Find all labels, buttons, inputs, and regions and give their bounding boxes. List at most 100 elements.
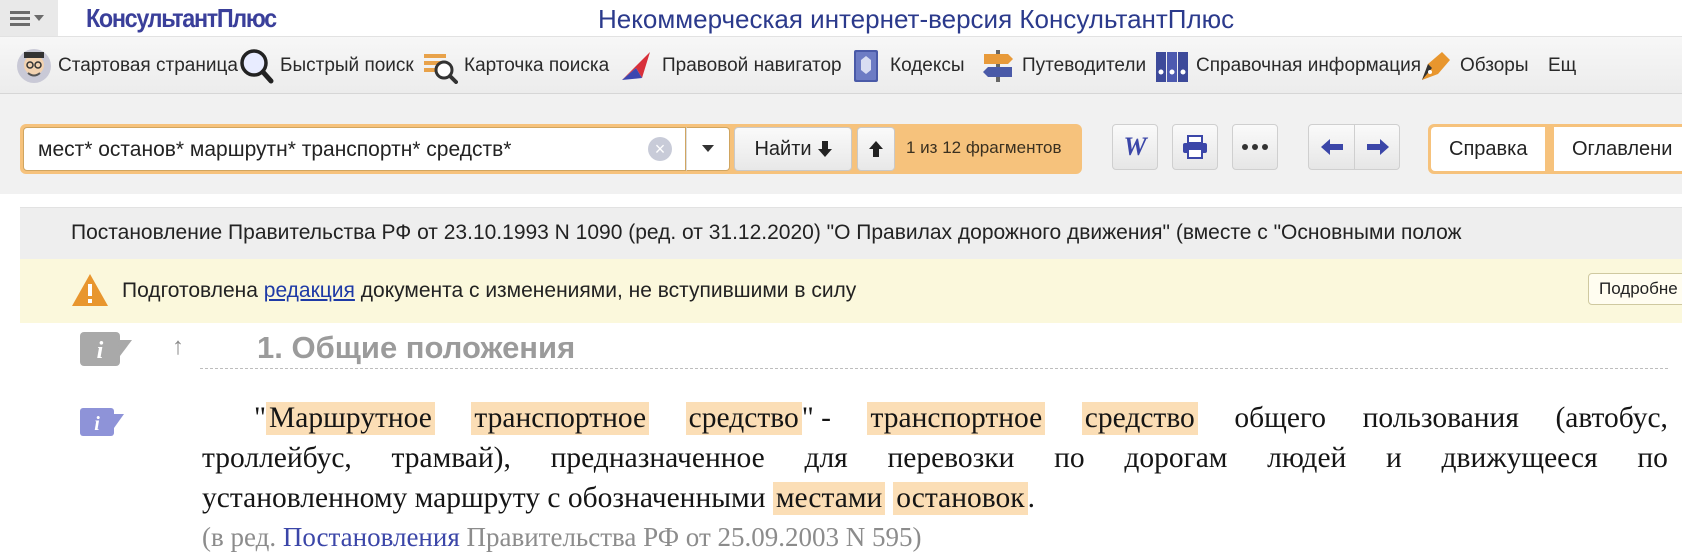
nav-reviews[interactable]: Обзоры [1418,45,1529,87]
text-word: троллейбус, [202,442,352,474]
consultant-logo[interactable]: КонсультантПлюс [86,3,277,34]
document-title: Постановление Правительства РФ от 23.10.… [71,221,1462,244]
arrow-right-icon [1367,139,1389,155]
nav-start-page[interactable]: Стартовая страница [16,45,238,87]
clear-icon[interactable]: × [648,137,672,161]
text-word: общего [1234,402,1327,434]
up-arrow-icon[interactable]: ↑ [172,333,184,361]
search-highlight: местами [772,482,886,515]
nav-label: Кодексы [890,55,965,76]
text-word: дорогам [1124,442,1228,474]
app-title: Некоммерческая интернет-версия Консульта… [598,4,1235,34]
section-heading: 1. Общие положения [257,330,576,365]
title-bar: КонсультантПлюс Некоммерческая интернет-… [0,0,1682,36]
edition-link[interactable]: редакция [264,279,355,302]
fragment-counter: 1 из 12 фрагментов [906,138,1062,157]
arrow-left-icon [1321,139,1343,155]
search-highlight: остановок [893,482,1028,515]
signpost-icon [983,50,1013,82]
text-word: людей [1267,442,1347,474]
binders-icon [1156,52,1188,82]
search-input[interactable]: мест* останов* маршрутн* транспортн* сре… [23,127,686,171]
arrow-up-icon [869,141,883,157]
revision-note: (в ред. Постановления Правительства РФ о… [202,522,921,553]
paragraph-line-3: установленному маршруту с обозначенными … [202,482,1668,515]
text-word: движущееся [1441,442,1598,474]
text-word: перевозки [887,442,1015,474]
magnifier-icon [240,49,274,84]
separator [200,368,1668,369]
more-actions-button[interactable] [1232,124,1278,170]
search-highlight: средство [1081,402,1198,435]
text-word: (автобус, [1555,402,1668,434]
details-button[interactable]: Подробне [1588,273,1682,305]
nav-reference-info[interactable]: Справочная информация [1154,45,1421,87]
text-word: предназначенное [550,442,765,474]
navigator-icon [622,52,650,80]
tab-contents[interactable]: Оглавлени [1554,127,1682,171]
nav-label: Стартовая страница [58,55,238,76]
resolution-link[interactable]: Постановления [283,522,460,552]
nav-search-card[interactable]: Карточка поиска [422,45,609,87]
hamburger-icon [10,11,30,26]
text-fragment: установленному маршруту с обозначенными [202,482,773,514]
search-panel: мест* останов* маршрутн* транспортн* сре… [20,124,1082,174]
nav-label: Путеводители [1022,55,1147,76]
nav-label: Обзоры [1460,55,1529,76]
warning-icon [72,274,108,306]
text-word: и [1386,442,1402,474]
paragraph-line-1: " Маршрутное транспортное средство " - тра… [202,402,1668,435]
search-card-icon [424,54,458,84]
chevron-down-icon [34,15,44,21]
search-highlight: средство [685,402,802,435]
text-word: пользования [1362,402,1519,434]
previous-fragment-button[interactable] [857,127,895,171]
printer-icon [1183,135,1207,159]
text-word: по [1637,442,1668,474]
find-button[interactable]: Найти [734,127,852,171]
revision-text: (в ред. [202,522,283,552]
back-button[interactable] [1309,125,1355,169]
svg-text:i: i [97,338,104,364]
nav-label: Ещ [1548,55,1577,76]
forward-button[interactable] [1355,125,1401,169]
text-word: по [1054,442,1085,474]
nav-codes[interactable]: Кодексы [848,45,965,87]
search-query: мест* останов* маршрутн* транспортн* сре… [38,138,512,161]
nav-label: Карточка поиска [464,55,610,76]
nav-label: Справочная информация [1196,55,1421,76]
nav-quick-search[interactable]: Быстрый поиск [238,45,414,87]
export-word-button[interactable]: W [1112,124,1158,170]
document-tabs: Справка Оглавлени [1428,124,1682,174]
text-fragment: средство " - [685,402,831,435]
print-button[interactable] [1172,124,1218,170]
revision-text: Правительства РФ от 25.09.2003 N 595) [459,522,922,552]
search-highlight: транспортное [471,402,650,435]
search-history-dropdown[interactable] [686,127,730,171]
professor-icon [17,49,51,83]
nav-more[interactable]: Ещ [1548,45,1576,87]
ellipsis-icon [1242,144,1268,150]
info-icon[interactable]: i [80,406,124,438]
nav-label: Правовой навигатор [662,55,842,76]
text-word: трамвай), [391,442,511,474]
edition-notice: Подготовлена редакция документа с измене… [20,259,1682,323]
text-fragment: . [1027,482,1035,514]
notice-text-after: документа с изменениями, не вступившими … [354,279,857,302]
text-word: для [804,442,848,474]
tab-reference[interactable]: Справка [1431,127,1546,171]
search-highlight: Маршрутное [266,402,435,435]
chevron-down-icon [702,145,714,152]
main-menu-button[interactable] [0,0,58,36]
notice-text-before: Подготовлена [122,279,264,302]
info-icon[interactable]: i [80,330,132,368]
arrow-down-icon [817,141,832,157]
paragraph-line-2: троллейбус, трамвай), предназначенное дл… [202,442,1668,475]
nav-guides[interactable]: Путеводители [980,45,1146,87]
codex-book-icon [854,50,878,82]
nav-legal-navigator[interactable]: Правовой навигатор [620,45,842,87]
text-quote: " [254,402,267,434]
text-fragment: " Маршрутное [254,402,435,435]
svg-text:i: i [94,413,100,435]
word-icon: W [1123,132,1147,161]
